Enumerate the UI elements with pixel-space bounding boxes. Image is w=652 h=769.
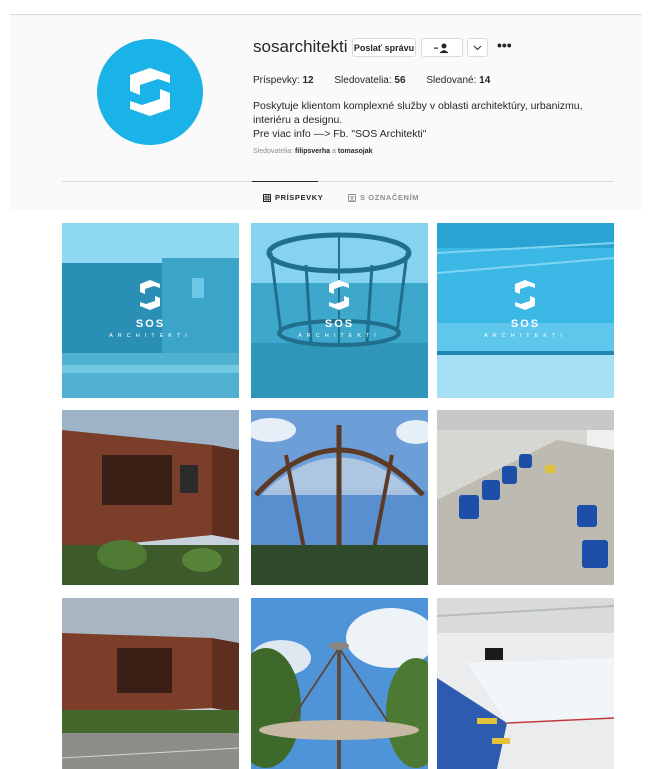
suggestions-dropdown-button[interactable] [467, 38, 488, 57]
post-image [437, 598, 614, 769]
following-count: 14 [479, 75, 491, 86]
post-tile[interactable] [437, 598, 614, 769]
bio-line: Pre viac info —> Fb. "SOS Architekti" [253, 128, 427, 140]
post-image [251, 410, 428, 585]
tagged-icon [348, 193, 356, 202]
followers-label: Sledovatelia: [334, 75, 392, 86]
followed-by: Sledovatelia: filipsverha a tomasojak [253, 148, 373, 155]
followed-by-conjunction: a [332, 148, 336, 155]
overlay-sub-text: ARCHITEKTI [298, 333, 381, 339]
follow-user-icon [434, 43, 449, 53]
tab-posts-label: PRÍSPEVKY [275, 193, 324, 202]
post-tile[interactable]: SOS ARCHITEKTI [251, 223, 428, 398]
followed-by-user-link[interactable]: filipsverha [295, 148, 330, 155]
post-tile[interactable] [437, 410, 614, 585]
tab-posts[interactable]: PRÍSPEVKY [263, 193, 323, 202]
follow-button[interactable] [421, 38, 463, 57]
tabs-divider [62, 181, 614, 182]
posts-count: 12 [302, 75, 314, 86]
post-tile[interactable]: SOS ARCHITEKTI [62, 223, 239, 398]
overlay-brand-text: SOS [325, 318, 354, 330]
post-tile[interactable] [251, 410, 428, 585]
post-tile[interactable] [62, 410, 239, 585]
avatar[interactable] [97, 39, 203, 145]
overlay-brand-text: SOS [511, 318, 540, 330]
post-image [251, 598, 428, 769]
sos-logo-overlay: SOS ARCHITEKTI [109, 280, 192, 339]
following-label: Sledované: [426, 75, 477, 86]
overlay-brand-text: SOS [136, 318, 165, 330]
following-stat[interactable]: Sledované: 14 [426, 75, 490, 86]
followers-stat[interactable]: Sledovatelia: 56 [334, 75, 405, 86]
followers-count: 56 [394, 75, 406, 86]
sos-logo-icon [130, 68, 170, 116]
more-options-icon[interactable]: ••• [497, 38, 512, 52]
bio-line: Poskytuje klientom komplexné služby v ob… [253, 100, 583, 126]
tab-tagged-label: S OZNAČENÍM [360, 193, 420, 202]
sos-logo-overlay: SOS ARCHITEKTI [298, 280, 381, 339]
post-image [62, 598, 239, 769]
active-tab-indicator [252, 181, 318, 182]
post-image [437, 410, 614, 585]
sos-logo-overlay: SOS ARCHITEKTI [484, 280, 567, 339]
profile-bio: Poskytuje klientom komplexné služby v ob… [253, 99, 603, 141]
profile-stats: Príspevky: 12 Sledovatelia: 56 Sledované… [253, 75, 508, 86]
overlay-sub-text: ARCHITEKTI [484, 333, 567, 339]
posts-stat[interactable]: Príspevky: 12 [253, 75, 314, 86]
send-message-button[interactable]: Poslať správu [352, 38, 416, 57]
overlay-sub-text: ARCHITEKTI [109, 333, 192, 339]
followed-by-user-link[interactable]: tomasojak [338, 148, 373, 155]
post-image [62, 410, 239, 585]
post-tile[interactable] [251, 598, 428, 769]
posts-label: Príspevky: [253, 75, 300, 86]
chevron-down-icon [473, 45, 482, 50]
tab-tagged[interactable]: S OZNAČENÍM [348, 193, 419, 202]
followed-by-label: Sledovatelia: [253, 148, 294, 155]
grid-icon [263, 193, 271, 202]
profile-username: sosarchitekti [253, 37, 348, 56]
post-tile[interactable]: SOS ARCHITEKTI [437, 223, 614, 398]
post-tile[interactable] [62, 598, 239, 769]
